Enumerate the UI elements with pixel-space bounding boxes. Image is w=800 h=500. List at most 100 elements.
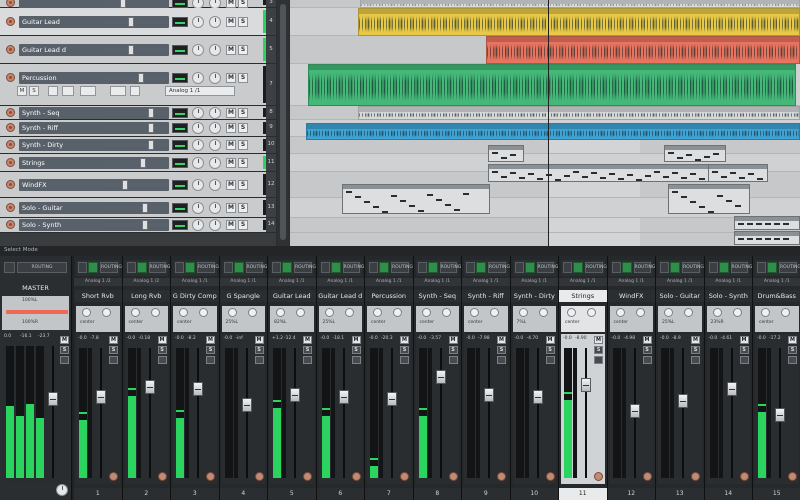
midi-item[interactable] [734, 216, 800, 230]
mute-button[interactable]: M [157, 336, 167, 344]
item-header[interactable] [489, 146, 523, 150]
pan-knob[interactable] [192, 106, 204, 119]
solo-button[interactable]: S [238, 123, 248, 133]
track-volume-slider[interactable] [104, 110, 168, 115]
track-row[interactable]: Percussion M S M S Analog 1 /1 7 [0, 64, 276, 106]
volume-fader-handle[interactable] [241, 398, 252, 412]
pan-knob[interactable] [192, 156, 204, 169]
arrange-view[interactable] [290, 0, 800, 246]
volume-fader-handle[interactable] [484, 388, 494, 402]
strip-name[interactable]: Solo - Synth [704, 290, 752, 302]
pan-knob[interactable] [192, 219, 204, 231]
pan-knob[interactable] [567, 308, 576, 317]
phase-button[interactable] [642, 356, 652, 364]
solo-button[interactable]: S [238, 107, 248, 118]
input-select[interactable]: Analog 1 /1 [219, 278, 267, 286]
mute-button[interactable]: M [226, 16, 236, 27]
volume-fader-handle[interactable] [96, 390, 106, 404]
midi-item[interactable] [664, 145, 726, 162]
fx-enabled-button[interactable] [136, 262, 147, 273]
io-button[interactable] [172, 220, 188, 230]
midi-item[interactable] [668, 184, 750, 214]
phase-button[interactable] [788, 356, 797, 364]
phase-button[interactable] [109, 356, 118, 364]
fx-button[interactable] [60, 356, 69, 364]
mute-button[interactable]: M [226, 220, 236, 230]
track-volume-slider[interactable] [104, 0, 168, 5]
solo-button[interactable]: S [788, 346, 797, 354]
solo-button[interactable]: S [739, 346, 749, 354]
track-volume-slider[interactable] [104, 19, 168, 24]
master-settings-knob[interactable] [56, 484, 68, 496]
record-arm-button[interactable] [6, 73, 15, 82]
fx-enabled-button[interactable] [330, 262, 341, 273]
track-volume-slider[interactable] [104, 126, 168, 130]
mixer-divider[interactable]: Select Mode [0, 246, 800, 256]
mute-button[interactable]: M [545, 336, 555, 344]
width-knob[interactable] [209, 122, 221, 134]
input-select[interactable]: Analog 1 /1 [365, 278, 413, 286]
routing-button[interactable]: ROUTING [245, 262, 267, 273]
fx-enabled-button[interactable] [282, 262, 292, 273]
media-item[interactable] [360, 0, 800, 8]
record-arm-button[interactable] [6, 123, 15, 132]
strip-name[interactable]: Long Rvb [122, 290, 170, 302]
mute-button[interactable]: M [226, 157, 236, 168]
io-button[interactable] [172, 16, 188, 27]
track-row[interactable]: Synth - Dirty M S 10 [0, 137, 276, 154]
item-header[interactable] [343, 185, 489, 189]
solo-button[interactable]: S [238, 157, 248, 168]
fx-button[interactable] [660, 262, 669, 273]
fx-enabled-button[interactable] [185, 262, 195, 273]
track-scrollbar[interactable] [277, 0, 289, 246]
routing-button[interactable]: ROUTING [391, 262, 413, 273]
track-volume-slider[interactable] [104, 205, 168, 210]
pan-knob[interactable] [192, 122, 204, 134]
track-row[interactable]: Guitar Lead dMS5 [0, 36, 276, 64]
io-button[interactable] [172, 123, 188, 133]
pan-knob[interactable] [712, 308, 722, 317]
fx-button[interactable] [78, 262, 87, 273]
routing-button[interactable]: ROUTING [730, 262, 752, 273]
mute-button[interactable]: M [109, 336, 118, 344]
record-arm-button[interactable] [6, 140, 15, 149]
envelope-button[interactable] [48, 86, 58, 96]
input-select[interactable]: Analog 1 /1 [559, 278, 607, 286]
fx-button[interactable] [708, 262, 718, 273]
item-header[interactable] [735, 232, 799, 236]
solo-button[interactable]: S [157, 346, 167, 354]
input-select[interactable]: Analog 1 /1 [607, 278, 655, 286]
track-row[interactable]: Guitar Lead M S 4 [0, 8, 276, 36]
strip-name[interactable]: Strings [559, 290, 607, 302]
io-button[interactable] [172, 0, 188, 8]
record-arm-button[interactable] [400, 472, 409, 481]
fx-enabled-button[interactable] [233, 262, 244, 273]
io-button[interactable] [172, 107, 188, 118]
width-knob[interactable] [209, 106, 221, 119]
track-volume-slider[interactable] [104, 47, 168, 52]
strip-name[interactable]: Guitar Lead [268, 290, 316, 302]
phase-button[interactable] [691, 356, 700, 364]
width-knob[interactable] [102, 308, 111, 317]
mute-button[interactable]: M [642, 336, 652, 344]
phase-button[interactable] [400, 356, 409, 364]
strip-name[interactable]: Synth - Seq [413, 290, 461, 302]
width-knob[interactable] [150, 308, 160, 317]
master-fader-handle[interactable] [48, 392, 58, 406]
input-select[interactable]: Analog 1 /1 [462, 278, 510, 286]
width-knob[interactable] [209, 156, 221, 169]
record-arm-button[interactable] [6, 157, 15, 167]
phase-button[interactable] [303, 356, 312, 364]
pan-knob[interactable] [518, 308, 528, 317]
solo-button[interactable]: S [60, 346, 69, 354]
item-header[interactable] [665, 146, 725, 150]
phase-button[interactable] [157, 356, 167, 364]
width-knob[interactable] [209, 139, 221, 151]
pan-knob[interactable] [761, 308, 770, 317]
solo-button[interactable]: S [109, 346, 118, 354]
pan-knob[interactable] [227, 308, 237, 317]
mute-button[interactable]: M [351, 336, 361, 344]
fx-button[interactable] [223, 262, 233, 273]
solo-button[interactable]: S [497, 346, 506, 354]
record-arm-button[interactable] [545, 472, 555, 481]
